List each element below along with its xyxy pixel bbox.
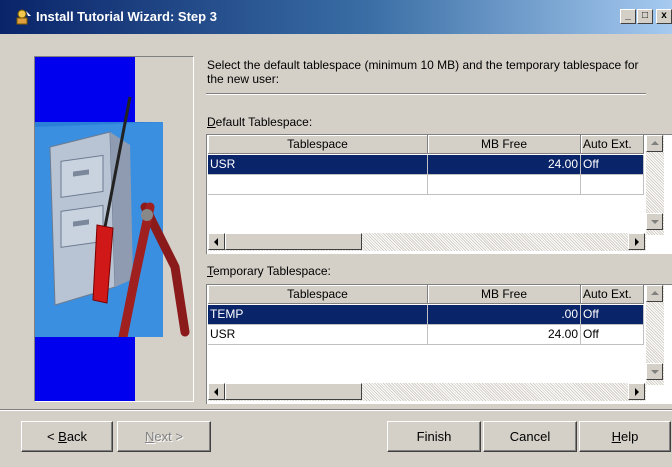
footer-divider (0, 409, 672, 411)
column-header-auto-ext[interactable]: Auto Ext. (581, 135, 644, 154)
horizontal-scroll-thumb[interactable] (225, 233, 362, 250)
column-header-tablespace[interactable]: Tablespace (208, 135, 428, 154)
cell-mb-free: 24.00 (428, 325, 581, 345)
arrow-right-icon (635, 238, 639, 246)
arrow-right-icon (635, 388, 639, 396)
finish-button[interactable]: Finish (387, 421, 481, 452)
scroll-up-button[interactable] (646, 285, 663, 302)
temporary-tablespace-label: Temporary Tablespace: (207, 264, 331, 278)
scroll-down-button[interactable] (646, 213, 663, 230)
maximize-button[interactable]: □ (637, 9, 653, 24)
arrow-down-icon (651, 220, 659, 224)
scroll-right-button[interactable] (628, 233, 645, 250)
column-header-auto-ext[interactable]: Auto Ext. (581, 285, 644, 304)
cell-tablespace: USR (208, 325, 428, 345)
column-header-tablespace[interactable]: Tablespace (208, 285, 428, 304)
arrow-down-icon (651, 370, 659, 374)
default-tablespace-grid[interactable]: Tablespace MB Free Auto Ext. USR 24.00 O… (206, 134, 672, 254)
arrow-left-icon (214, 238, 218, 246)
cell-auto-ext: Off (581, 325, 644, 345)
scroll-up-button[interactable] (646, 135, 663, 152)
next-button[interactable]: Next > (117, 421, 211, 452)
instruction-text: Select the default tablespace (minimum 1… (207, 58, 639, 86)
arrow-up-icon (651, 141, 659, 145)
scroll-left-button[interactable] (208, 383, 225, 400)
scroll-right-button[interactable] (628, 383, 645, 400)
vertical-scrollbar[interactable] (646, 135, 664, 235)
horizontal-scrollbar[interactable] (208, 383, 646, 401)
scroll-left-button[interactable] (208, 233, 225, 250)
title-bar: Install Tutorial Wizard: Step 3 _ □ x (0, 0, 672, 34)
prompt-divider (206, 93, 646, 95)
temporary-tablespace-grid[interactable]: Tablespace MB Free Auto Ext. TEMP .00 Of… (206, 284, 672, 404)
maximize-icon: □ (641, 10, 649, 21)
cell-auto-ext: Off (581, 155, 644, 175)
horizontal-scrollbar[interactable] (208, 233, 646, 251)
wizard-graphic (34, 56, 194, 402)
minimize-button[interactable]: _ (620, 9, 636, 24)
column-header-mb-free[interactable]: MB Free (428, 285, 581, 304)
cell-mb-free: 24.00 (428, 155, 581, 175)
close-button[interactable]: x (656, 9, 672, 24)
scroll-down-button[interactable] (646, 363, 663, 380)
wizard-app-icon (16, 9, 31, 25)
vertical-scrollbar[interactable] (646, 285, 664, 385)
arrow-left-icon (214, 388, 218, 396)
window-title: Install Tutorial Wizard: Step 3 (36, 9, 217, 24)
cell-tablespace: TEMP (208, 305, 428, 325)
column-header-mb-free[interactable]: MB Free (428, 135, 581, 154)
back-button[interactable]: < Back (21, 421, 113, 452)
file-cabinet-tools-icon (35, 57, 193, 401)
minimize-icon: _ (625, 10, 631, 21)
cancel-button[interactable]: Cancel (483, 421, 577, 452)
cell-auto-ext: Off (581, 305, 644, 325)
help-button[interactable]: Help (579, 421, 671, 452)
arrow-up-icon (651, 291, 659, 295)
cell-mb-free: .00 (428, 305, 581, 325)
horizontal-scroll-thumb[interactable] (225, 383, 362, 400)
cell-tablespace: USR (208, 155, 428, 175)
default-tablespace-label: Default Tablespace: (207, 115, 313, 129)
close-icon: x (661, 10, 667, 21)
